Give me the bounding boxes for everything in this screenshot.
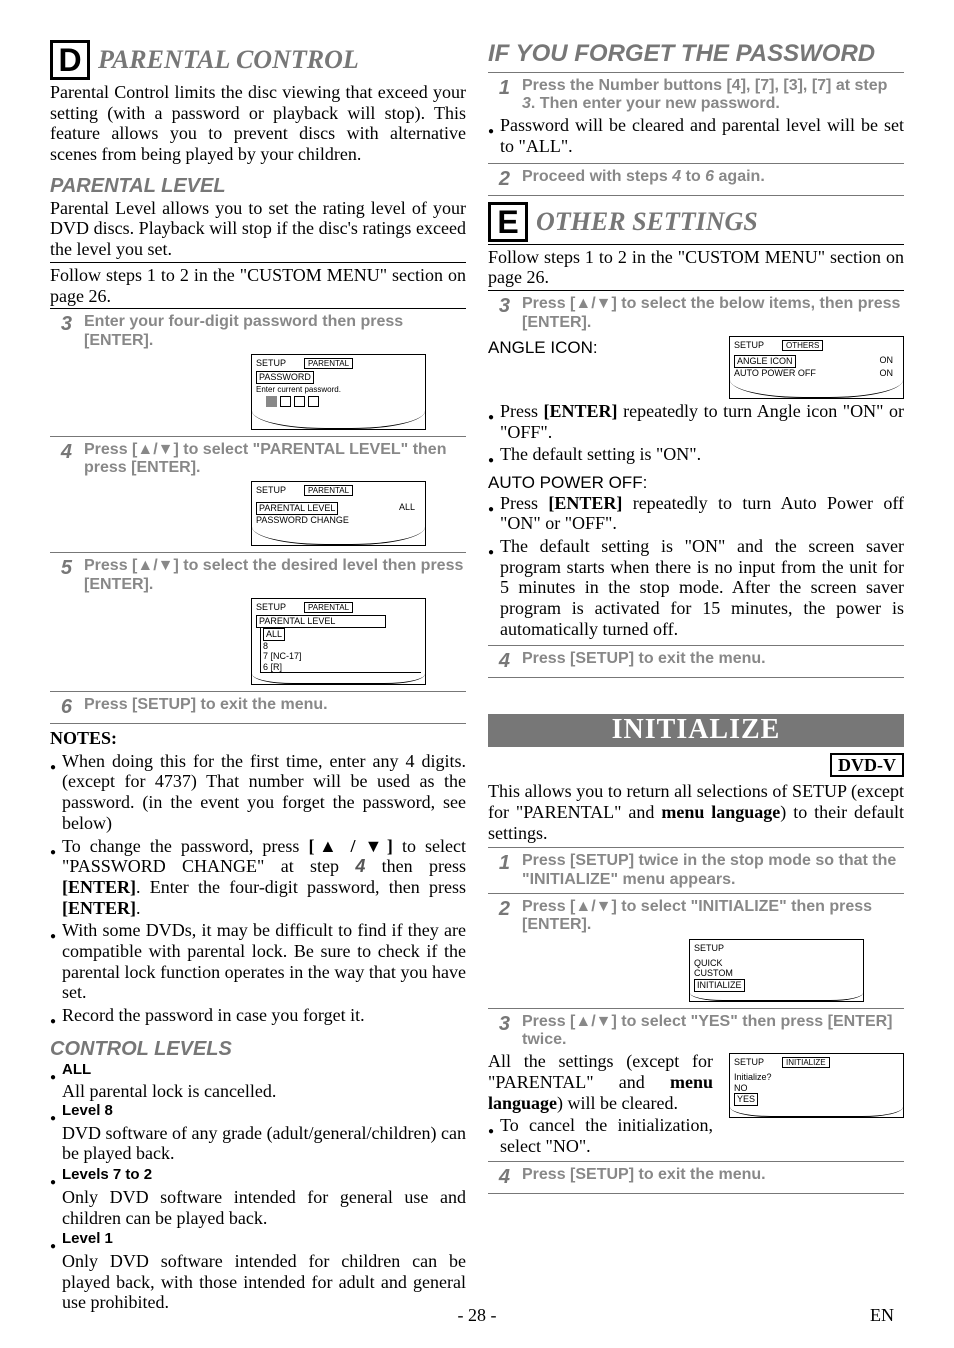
note-item: When doing this for the first time, ente… [50, 751, 466, 836]
screen-option: YES [734, 1093, 758, 1106]
screen-option: INITIALIZE [694, 979, 745, 992]
control-level-item: Level 8 DVD software of any grade (adult… [50, 1102, 466, 1164]
screen-tab: SETUP [256, 485, 286, 496]
control-level-item: Level 1 Only DVD software intended for c… [50, 1230, 466, 1313]
init-step-1-text: Press [SETUP] twice in the stop mode so … [522, 852, 904, 889]
screen-value: ON [880, 355, 894, 368]
init-result: All the settings (except for "PARENTAL" … [488, 1051, 713, 1113]
follow-steps-d: Follow steps 1 to 2 in the "CUSTOM MENU"… [50, 265, 466, 306]
initialize-intro: This allows you to return all selections… [488, 781, 904, 843]
control-levels-heading: CONTROL LEVELS [50, 1038, 466, 1061]
forget-step-1-text: Press the Number buttons [4], [7], [3], … [522, 77, 904, 114]
note-item: To change the password, press [▲ / ▼] to… [50, 836, 466, 921]
forget-password-heading: IF YOU FORGET THE PASSWORD [488, 40, 904, 68]
forget-step-2-number: 2 [488, 168, 510, 191]
init-step-4-text: Press [SETUP] to exit the menu. [522, 1166, 904, 1189]
screen-value: ON [880, 368, 894, 379]
notes-heading: NOTES: [50, 728, 466, 749]
screen-row: Enter current password. [256, 385, 421, 394]
step-5-number: 5 [50, 557, 72, 594]
apo-bullet: The default setting is "ON" and the scre… [488, 536, 904, 641]
screen-row: PASSWORD [256, 371, 314, 384]
screen-tab: SETUP [734, 1057, 764, 1068]
dvd-v-tag: DVD-V [830, 753, 904, 778]
page-footer: - 28 - EN [0, 1305, 954, 1326]
screen-initialize-confirm: SETUP INITIALIZE Initialize? NO YES [729, 1053, 904, 1118]
screen-row: PARENTAL LEVEL [256, 615, 386, 628]
screen-tab: PARENTAL [304, 358, 353, 369]
screen-row: PARENTAL LEVEL [256, 502, 338, 515]
note-item: With some DVDs, it may be difficult to f… [50, 920, 466, 1005]
init-step-1-number: 1 [488, 852, 510, 889]
screen-option: 8 [263, 641, 421, 651]
section-d-title: PARENTAL CONTROL [98, 45, 359, 75]
e-step-3-text: Press [▲/▼] to select the below items, t… [522, 295, 904, 332]
init-step-3-text: Press [▲/▼] to select "YES" then press [… [522, 1013, 904, 1050]
screen-parental-level: SETUP PARENTAL PARENTAL LEVEL ALL PASSWOR… [251, 481, 426, 546]
init-step-4-number: 4 [488, 1166, 510, 1189]
screen-others: SETUP OTHERS ANGLE ICON ON AUTO POWER OFF… [729, 336, 904, 399]
screen-tab: PARENTAL [304, 602, 353, 613]
follow-steps-e: Follow steps 1 to 2 in the "CUSTOM MENU"… [488, 247, 904, 288]
parental-intro: Parental Control limits the disc viewing… [50, 82, 466, 165]
control-level-item: ALL All parental lock is cancelled. [50, 1061, 466, 1102]
forget-bullet: Password will be cleared and parental le… [488, 115, 904, 158]
step-4-number: 4 [50, 441, 72, 478]
note-item: Record the password in case you forget i… [50, 1005, 466, 1028]
section-e-title: OTHER SETTINGS [536, 207, 758, 237]
step-5-text: Press [▲/▼] to select the desired level … [84, 557, 466, 594]
screen-level-select: SETUP PARENTAL PARENTAL LEVEL ALL 8 7 [N… [251, 598, 426, 685]
angle-icon-bullet: The default setting is "ON". [488, 444, 904, 467]
init-step-3-number: 3 [488, 1013, 510, 1050]
section-e-letter: E [488, 202, 528, 242]
init-step-2-text: Press [▲/▼] to select "INITIALIZE" then … [522, 898, 904, 935]
screen-tab: SETUP [734, 340, 764, 351]
screen-option: QUICK [694, 958, 859, 968]
screen-row: AUTO POWER OFF [734, 368, 816, 379]
screen-option: 6 [R] [263, 662, 421, 672]
step-4-text: Press [▲/▼] to select "PARENTAL LEVEL" t… [84, 441, 466, 478]
e-step-3-number: 3 [488, 295, 510, 332]
step-6-number: 6 [50, 696, 72, 719]
parental-level-heading: PARENTAL LEVEL [50, 175, 466, 198]
init-step-2-number: 2 [488, 898, 510, 935]
step-3-text: Enter your four-digit password then pres… [84, 313, 466, 350]
e-step-4-text: Press [SETUP] to exit the menu. [522, 650, 904, 673]
screen-tab: SETUP [256, 358, 286, 369]
screen-option: NO [734, 1083, 899, 1093]
screen-tab: SETUP [256, 602, 286, 613]
screen-value: ALL [399, 502, 415, 515]
auto-power-off-heading: AUTO POWER OFF: [488, 473, 904, 493]
initialize-banner: INITIALIZE [488, 714, 904, 746]
control-level-item: Levels 7 to 2 Only DVD software intended… [50, 1166, 466, 1228]
screen-password: SETUP PARENTAL PASSWORD Enter current pa… [251, 354, 426, 430]
angle-icon-bullet: Press [ENTER] repeatedly to turn Angle i… [488, 401, 904, 444]
right-column: IF YOU FORGET THE PASSWORD 1 Press the N… [488, 40, 904, 1315]
apo-bullet: Press [ENTER] repeatedly to turn Auto Po… [488, 493, 904, 536]
screen-initialize-menu: SETUP QUICK CUSTOM INITIALIZE [689, 939, 864, 1002]
init-cancel-bullet: To cancel the initialization, select "NO… [488, 1115, 713, 1156]
screen-tab: OTHERS [782, 340, 823, 351]
forget-step-2-text: Proceed with steps 4 to 6 again. [522, 168, 904, 191]
step-6-text: Press [SETUP] to exit the menu. [84, 696, 466, 719]
screen-option: 7 [NC-17] [263, 651, 421, 661]
screen-option: CUSTOM [694, 968, 859, 978]
screen-tab: PARENTAL [304, 485, 353, 496]
e-step-4-number: 4 [488, 650, 510, 673]
password-digits [266, 396, 421, 409]
screen-tab: INITIALIZE [782, 1057, 830, 1068]
left-column: D PARENTAL CONTROL Parental Control limi… [50, 40, 466, 1315]
forget-step-1-number: 1 [488, 77, 510, 114]
step-3-number: 3 [50, 313, 72, 350]
section-d-letter: D [50, 40, 90, 80]
screen-row: ANGLE ICON [734, 355, 796, 368]
screen-row: PASSWORD CHANGE [256, 515, 349, 526]
screen-row: Initialize? [734, 1072, 899, 1082]
screen-option: ALL [263, 628, 285, 641]
screen-tab: SETUP [694, 943, 724, 954]
parental-level-intro: Parental Level allows you to set the rat… [50, 198, 466, 260]
